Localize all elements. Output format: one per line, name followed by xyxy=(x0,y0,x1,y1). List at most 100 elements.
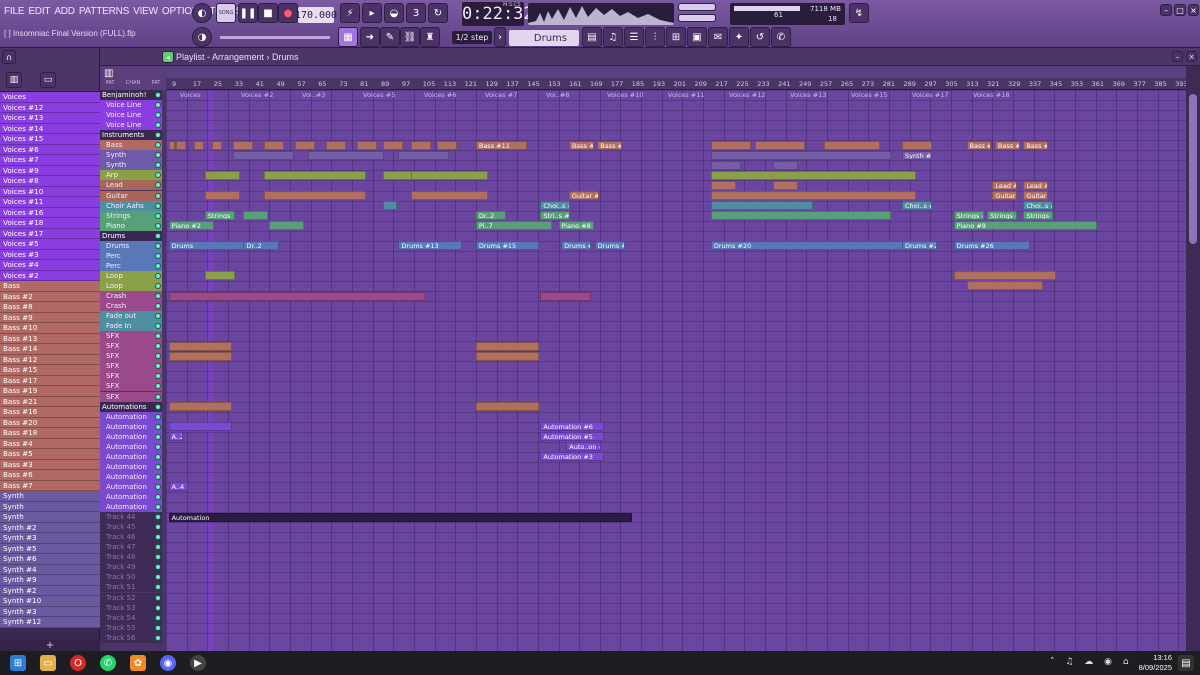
browser-item[interactable]: Bass #17 xyxy=(0,375,100,386)
track-mute-led-icon[interactable] xyxy=(155,142,161,149)
track-mute-led-icon[interactable] xyxy=(155,182,161,189)
pattern-clip[interactable]: Automation xyxy=(168,512,633,522)
pattern-clip[interactable] xyxy=(382,201,398,211)
pattern-clip[interactable] xyxy=(295,140,315,150)
track-mute-led-icon[interactable] xyxy=(155,403,161,410)
track-mute-led-icon[interactable] xyxy=(155,504,161,511)
pattern-clip[interactable] xyxy=(966,281,1043,291)
pattern-clip[interactable]: Drums #17 xyxy=(594,241,625,251)
track-header[interactable]: SFX xyxy=(100,371,162,382)
pattern-clip[interactable]: Strings xyxy=(204,211,235,221)
track-mute-led-icon[interactable] xyxy=(155,494,161,500)
mode-label-2[interactable]: CHAN xyxy=(126,80,140,86)
pattern-selector[interactable]: Drums xyxy=(509,30,579,46)
track-group-header[interactable]: Drums xyxy=(100,230,162,241)
pattern-clip[interactable]: Lead #5 xyxy=(992,180,1018,190)
track-mute-led-icon[interactable] xyxy=(155,483,161,490)
pencil-tool-icon[interactable]: ✎ xyxy=(380,27,400,47)
plugin-icon[interactable]: ✦ xyxy=(729,27,749,47)
pattern-clip[interactable] xyxy=(168,351,233,361)
browser-item[interactable]: Voices #10 xyxy=(0,186,100,197)
browser-icon[interactable]: ⊞ xyxy=(666,27,686,47)
track-mute-led-icon[interactable] xyxy=(155,132,161,139)
track-mute-led-icon[interactable] xyxy=(155,192,161,199)
countdown-icon[interactable]: 3 xyxy=(406,3,426,23)
master-pitch-knob[interactable]: ◑ xyxy=(192,27,212,47)
track-header[interactable]: Track 56 xyxy=(100,632,162,643)
pattern-clip[interactable] xyxy=(437,140,457,150)
playlist-mode-switcher[interactable]: ▥ PAT CHAN PAT xyxy=(100,66,166,90)
pattern-clip[interactable] xyxy=(475,341,540,351)
add-item-button[interactable]: + xyxy=(0,640,100,651)
track-group-header[interactable]: Benjaminoh! xyxy=(100,90,162,100)
menu-item-patterns[interactable]: PATTERNS xyxy=(79,6,129,17)
windows-start-icon[interactable]: ⊞ xyxy=(10,655,26,671)
browser-item[interactable]: Bass #18 xyxy=(0,428,100,439)
scrollbar-thumb[interactable] xyxy=(1189,94,1197,244)
pattern-clip[interactable] xyxy=(411,140,431,150)
browser-item[interactable]: Bass #8 xyxy=(0,302,100,313)
pattern-clip[interactable] xyxy=(168,291,426,301)
track-mute-led-icon[interactable] xyxy=(155,473,161,480)
pattern-clip[interactable] xyxy=(264,191,367,200)
pattern-clip[interactable]: Piano #2 xyxy=(168,221,215,231)
track-mute-led-icon[interactable] xyxy=(155,353,161,360)
mixer-icon[interactable]: ⫶ xyxy=(645,27,665,47)
track-mute-led-icon[interactable] xyxy=(155,423,161,430)
track-mute-led-icon[interactable] xyxy=(155,232,161,239)
pattern-clip[interactable] xyxy=(168,422,233,432)
track-mute-led-icon[interactable] xyxy=(155,634,161,641)
browser-item[interactable]: Bass #10 xyxy=(0,323,100,334)
mode-label-3[interactable]: PAT xyxy=(152,80,161,86)
browser-item[interactable]: Synth #9 xyxy=(0,575,100,586)
pattern-clip[interactable] xyxy=(204,271,235,281)
track-header[interactable]: Track 50 xyxy=(100,572,162,583)
pattern-clip[interactable]: Piano #8 xyxy=(558,221,594,231)
arrangement-grid[interactable]: Voices Voices #2 Voi..#3 Voices #5 Voices #6… xyxy=(166,90,1186,651)
track-mute-led-icon[interactable] xyxy=(155,584,161,591)
pattern-clip[interactable]: Guitar #22 xyxy=(992,191,1018,200)
track-mute-led-icon[interactable] xyxy=(155,453,161,460)
track-header[interactable]: Synth xyxy=(100,150,162,161)
track-mute-led-icon[interactable] xyxy=(155,463,161,470)
browser-item[interactable]: Synth xyxy=(0,491,100,502)
pattern-clip[interactable]: Drums #20 xyxy=(710,241,917,251)
pattern-clip[interactable] xyxy=(168,402,233,412)
browser-item[interactable]: Voices #14 xyxy=(0,123,100,134)
browser-item[interactable]: Voices #2 xyxy=(0,270,100,281)
track-mute-led-icon[interactable] xyxy=(155,152,161,159)
track-header[interactable]: Lead xyxy=(100,180,162,191)
pattern-clip[interactable]: Bass #20 xyxy=(966,140,992,150)
pattern-clip[interactable]: Bass #21 xyxy=(994,140,1020,150)
track-header[interactable]: Automation xyxy=(100,492,162,502)
track-mute-led-icon[interactable] xyxy=(155,524,161,531)
pattern-clip[interactable] xyxy=(475,402,540,412)
pattern-clip[interactable] xyxy=(953,271,1056,281)
track-mute-led-icon[interactable] xyxy=(155,383,161,390)
track-mute-led-icon[interactable] xyxy=(155,92,161,98)
browser-item[interactable]: Synth #2 xyxy=(0,585,100,596)
arrangement-overview[interactable] xyxy=(166,66,1186,78)
pattern-clip[interactable]: Drums xyxy=(168,241,246,251)
track-header[interactable]: Track 44 xyxy=(100,512,162,523)
track-header[interactable]: Automation xyxy=(100,411,162,422)
track-mute-led-icon[interactable] xyxy=(155,323,161,330)
close-button[interactable]: × xyxy=(1188,4,1199,16)
pattern-clip[interactable]: Dr..2 xyxy=(243,241,279,251)
minimize-button[interactable]: – xyxy=(1160,4,1172,16)
pattern-clip[interactable] xyxy=(710,180,736,190)
browser-item[interactable]: Bass #21 xyxy=(0,396,100,407)
menu-item-add[interactable]: ADD xyxy=(54,6,75,17)
pattern-clip[interactable] xyxy=(754,140,806,150)
track-mute-led-icon[interactable] xyxy=(155,112,161,119)
pattern-clip[interactable]: Stri..s #4 xyxy=(540,211,571,221)
pattern-clip[interactable]: Strings #6 xyxy=(1023,211,1054,221)
pattern-clip[interactable] xyxy=(710,170,917,180)
pattern-clip[interactable]: Bass #21 xyxy=(1023,140,1049,150)
track-mute-led-icon[interactable] xyxy=(155,433,161,440)
browser-item[interactable]: Bass #19 xyxy=(0,386,100,397)
pattern-mode-icon[interactable]: ▦ xyxy=(338,27,358,47)
pattern-clip[interactable]: Dr..2 xyxy=(475,211,506,221)
track-mute-led-icon[interactable] xyxy=(155,594,161,601)
pattern-clip[interactable]: Drums #15 xyxy=(475,241,540,251)
